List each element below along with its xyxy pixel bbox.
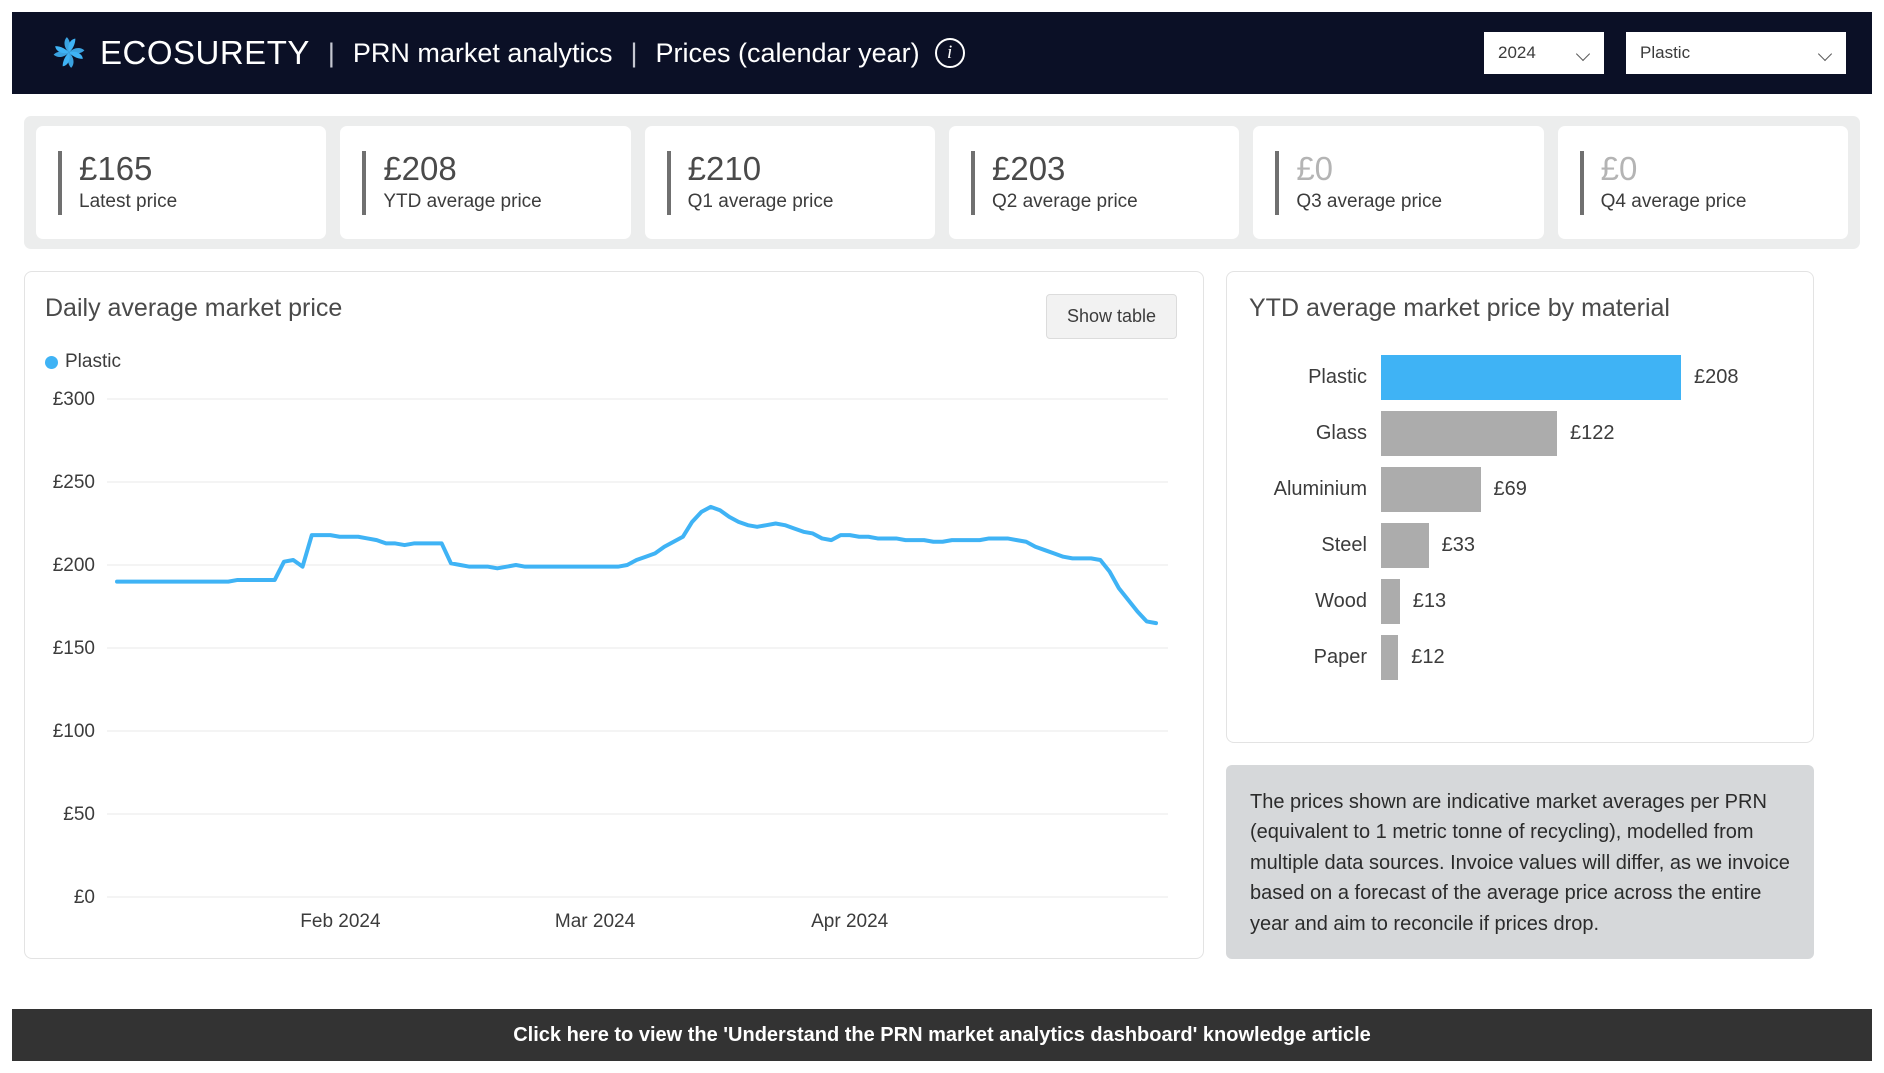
bar-row[interactable]: Plastic £208 [1249,355,1791,400]
header-divider-1: | [327,37,335,68]
kpi-accent-bar [58,150,62,215]
kpi-label: Q3 average price [1296,191,1443,213]
right-column: YTD average market price by material Pla… [1226,271,1814,959]
material-select-value: Plastic [1640,43,1691,62]
kpi-label: Q1 average price [687,191,834,213]
kpi-card-q1-average-price: £210 Q1 average price [644,126,935,239]
bar-row[interactable]: Aluminium £69 [1249,467,1791,512]
svg-text:£200: £200 [53,555,95,576]
bar-category-label: Plastic [1308,366,1367,388]
kpi-card-q4-average-price: £0 Q4 average price [1557,126,1848,239]
kpi-value: £0 [1296,149,1334,187]
header-divider-2: | [630,37,638,68]
kpi-card-ytd-average-price: £208 YTD average price [340,126,631,239]
bar-value-label: £13 [1412,590,1447,612]
ytd-by-material-panel: YTD average market price by material Pla… [1226,271,1814,743]
kpi-label: Q4 average price [1600,191,1747,213]
bar-value-label: £12 [1411,646,1445,668]
svg-text:£300: £300 [53,389,95,410]
kpi-card-q2-average-price: £203 Q2 average price [948,126,1240,239]
bar-fill [1381,355,1681,400]
legend-series-label: Plastic [65,351,121,372]
line-chart-legend: Plastic [45,351,1177,373]
svg-text:£100: £100 [53,721,95,742]
material-select[interactable]: Plastic [1626,32,1846,74]
kpi-label: YTD average price [383,191,542,213]
legend-color-dot-icon [45,355,58,369]
chevron-down-icon [1819,49,1834,58]
bar-fill [1381,523,1429,568]
dashboard-root: ECOSURETY | PRN market analytics | Price… [0,0,1884,1073]
info-circle-icon[interactable]: i [934,38,965,68]
bar-value-label: £33 [1441,534,1475,556]
kpi-value: £210 [687,149,762,187]
bar-chart-title: YTD average market price by material [1249,294,1670,322]
svg-text:£250: £250 [53,472,95,493]
kpi-value: £0 [1600,149,1638,187]
bar-row[interactable]: Glass £122 [1249,411,1791,456]
bar-category-label: Aluminium [1273,478,1367,500]
kpi-card-q3-average-price: £0 Q3 average price [1253,126,1544,239]
line-chart-title: Daily average market price [45,294,343,322]
show-table-button[interactable]: Show table [1045,294,1177,339]
svg-text:Feb 2024: Feb 2024 [300,911,381,932]
year-select[interactable]: 2024 [1484,32,1604,74]
bar-category-label: Wood [1315,590,1367,612]
bar-fill [1381,579,1400,624]
bar-fill [1381,411,1557,456]
kpi-accent-bar [362,150,367,215]
kpi-value: £203 [991,149,1066,187]
kpi-value: £208 [383,149,457,187]
kpi-value: £165 [79,149,153,187]
bar-row[interactable]: Steel £33 [1249,523,1791,568]
bar-fill [1381,635,1399,680]
svg-text:Mar 2024: Mar 2024 [555,911,636,932]
line-chart[interactable]: £0 £50 £100 £150 £200 £250 £300 Feb 2024 Mar 202… [45,385,1180,955]
disclaimer-text: The prices shown are indicative market a… [1226,765,1814,959]
material-bar-chart: Plastic £208 Glass £122 Aluminium £69 Steel £33… [1249,355,1791,680]
svg-text:£0: £0 [74,887,95,908]
year-select-value: 2024 [1498,43,1536,62]
bar-row[interactable]: Paper £12 [1249,635,1791,680]
daily-average-price-panel: Daily average market price Show table Pl… [24,271,1204,959]
kpi-accent-bar [1579,150,1584,215]
kpi-label: Latest price [79,191,178,213]
kpi-strip: £165 Latest price £208 YTD average price… [24,116,1860,249]
chevron-down-icon [1577,49,1592,58]
svg-text:£150: £150 [53,638,95,659]
bar-fill [1381,467,1481,512]
app-header: ECOSURETY | PRN market analytics | Price… [12,12,1872,94]
bar-category-label: Paper [1313,646,1367,668]
svg-text:Apr 2024: Apr 2024 [811,911,889,932]
kpi-card-latest-price: £165 Latest price [36,126,327,239]
page-title: Prices (calendar year) [655,37,920,68]
svg-text:£50: £50 [63,804,95,825]
header-controls: 2024 Plastic [1484,32,1846,74]
bar-value-label: £69 [1493,478,1527,500]
bar-value-label: £208 [1694,366,1739,388]
dashboard-content: £165 Latest price £208 YTD average price… [12,116,1872,959]
brand-name: ECOSURETY [100,34,310,71]
bar-value-label: £122 [1569,422,1615,444]
kpi-accent-bar [666,150,671,215]
ecosurety-pinwheel-logo-icon [52,35,86,71]
kpi-label: Q2 average price [991,191,1138,213]
bar-category-label: Steel [1321,534,1367,556]
bar-row[interactable]: Wood £13 [1249,579,1791,624]
knowledge-article-link[interactable]: Click here to view the 'Understand the P… [12,1009,1872,1061]
kpi-accent-bar [970,150,975,215]
bar-category-label: Glass [1315,422,1367,444]
panels-row: Daily average market price Show table Pl… [24,271,1860,959]
kpi-accent-bar [1275,150,1280,215]
header-section-label: PRN market analytics [352,37,613,68]
brand: ECOSURETY [52,34,310,72]
